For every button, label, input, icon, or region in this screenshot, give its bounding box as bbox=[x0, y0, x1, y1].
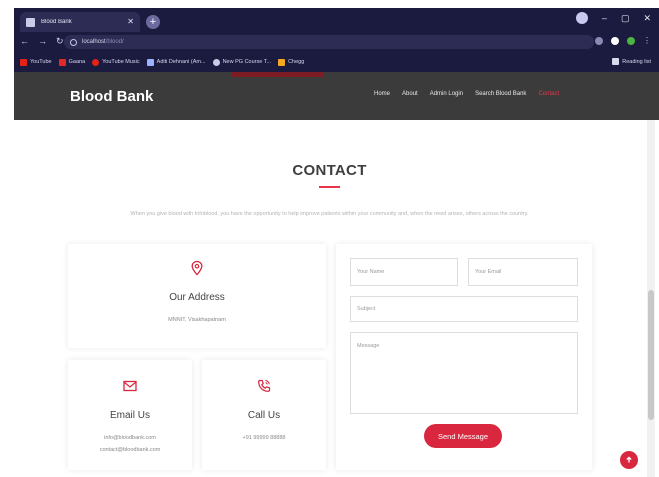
call-title: Call Us bbox=[247, 410, 281, 421]
name-input[interactable] bbox=[350, 258, 458, 286]
menu-icon[interactable]: ⋮ bbox=[643, 36, 651, 45]
email-input[interactable] bbox=[468, 258, 578, 286]
nav-about[interactable]: About bbox=[402, 91, 418, 97]
arrow-up-icon bbox=[626, 456, 632, 463]
google-icon[interactable] bbox=[627, 36, 635, 45]
maximize-icon[interactable]: ▢ bbox=[621, 13, 630, 24]
send-message-button[interactable]: Send Message bbox=[424, 424, 502, 448]
address-text: MNNIT, Visakhapatnam bbox=[168, 317, 226, 323]
bookmark-pg-course[interactable]: New PG Course T... bbox=[212, 58, 272, 66]
bookmark-label: Aditi Dehnani (Am... bbox=[156, 59, 206, 65]
browser-tab[interactable]: Blood Bank ✕ bbox=[20, 12, 140, 32]
bookmark-label: Gaana bbox=[68, 59, 86, 65]
globe-icon bbox=[212, 58, 220, 66]
page-scrollbar[interactable] bbox=[647, 120, 655, 477]
forward-icon[interactable]: → bbox=[38, 36, 47, 47]
extension-icon[interactable] bbox=[611, 36, 619, 45]
section-intro: When you give blood with Infoblood, you … bbox=[130, 211, 529, 217]
url-path: /blood/ bbox=[105, 39, 124, 45]
email-line-1[interactable]: info@bloodbank.com bbox=[68, 432, 192, 444]
bookmark-star-icon[interactable] bbox=[595, 36, 603, 45]
map-pin-icon bbox=[191, 260, 203, 276]
bookmarks-bar: YouTube Gaana YouTube Music Aditi Dehnan… bbox=[14, 52, 659, 72]
phone-icon bbox=[258, 379, 271, 392]
site-header: Blood Bank Home About Admin Login Search… bbox=[14, 72, 659, 120]
call-text[interactable]: +91 99999 88888 bbox=[202, 432, 326, 444]
close-tab-icon[interactable]: ✕ bbox=[127, 18, 134, 26]
call-card: Call Us +91 99999 88888 bbox=[202, 360, 326, 470]
chegg-icon bbox=[278, 58, 286, 66]
section-title: CONTACT bbox=[292, 162, 367, 179]
reading-list-icon bbox=[612, 58, 620, 65]
envelope-icon bbox=[123, 380, 137, 392]
youtube-music-icon bbox=[92, 58, 100, 66]
reload-icon[interactable]: ↻ bbox=[56, 36, 64, 47]
header-accent-strip bbox=[232, 72, 324, 77]
nav-contact[interactable]: Contact bbox=[538, 91, 559, 97]
extensions-area: ⋮ bbox=[595, 36, 651, 45]
bookmark-youtube-music[interactable]: YouTube Music bbox=[92, 58, 140, 66]
email-line-2[interactable]: contact@bloodbank.com bbox=[68, 444, 192, 456]
nav-buttons: ← → ↻ bbox=[20, 36, 64, 47]
bookmark-label: YouTube bbox=[30, 59, 52, 65]
scrollbar-thumb[interactable] bbox=[648, 290, 654, 420]
reading-list-label: Reading list bbox=[622, 58, 651, 65]
reading-list[interactable]: Reading list bbox=[612, 58, 651, 65]
nav-admin-login[interactable]: Admin Login bbox=[430, 91, 463, 97]
window-controls: – ▢ ✕ bbox=[575, 12, 651, 24]
bookmark-label: YouTube Music bbox=[102, 59, 140, 65]
contact-form: Send Message bbox=[336, 244, 592, 470]
url-host: localhost bbox=[82, 39, 106, 45]
page-favicon-icon bbox=[26, 17, 35, 27]
tab-title: Blood Bank bbox=[41, 19, 72, 25]
main-nav: Home About Admin Login Search Blood Bank… bbox=[374, 91, 559, 97]
site-info-icon[interactable] bbox=[70, 38, 77, 46]
nav-search-blood-bank[interactable]: Search Blood Bank bbox=[475, 91, 526, 97]
bookmark-youtube[interactable]: YouTube bbox=[20, 58, 52, 66]
title-underline bbox=[319, 186, 340, 188]
minimize-icon[interactable]: – bbox=[602, 13, 607, 23]
address-bar: ← → ↻ localhost/blood/ ⋮ bbox=[14, 32, 659, 52]
bookmark-chegg[interactable]: Chegg bbox=[278, 58, 305, 66]
browser-chrome: Blood Bank ✕ + – ▢ ✕ ← → ↻ localhost/blo… bbox=[14, 8, 659, 72]
back-icon[interactable]: ← bbox=[20, 36, 29, 47]
address-card: Our Address MNNIT, Visakhapatnam bbox=[68, 244, 326, 348]
gaana-icon bbox=[58, 58, 66, 66]
tab-bar: Blood Bank ✕ + – ▢ ✕ bbox=[14, 8, 659, 32]
new-tab-icon[interactable]: + bbox=[146, 15, 160, 29]
email-card: Email Us info@bloodbank.com contact@bloo… bbox=[68, 360, 192, 470]
close-window-icon[interactable]: ✕ bbox=[643, 13, 651, 24]
youtube-icon bbox=[20, 58, 27, 66]
bookmark-gaana[interactable]: Gaana bbox=[58, 58, 86, 66]
email-title: Email Us bbox=[109, 410, 150, 421]
address-title: Our Address bbox=[169, 292, 225, 303]
profile-icon[interactable] bbox=[575, 12, 588, 24]
bookmark-aditi[interactable]: Aditi Dehnani (Am... bbox=[146, 58, 206, 66]
back-to-top-button[interactable] bbox=[620, 451, 638, 469]
nav-home[interactable]: Home bbox=[374, 91, 390, 97]
url-input[interactable]: localhost/blood/ bbox=[64, 35, 594, 49]
url-text: localhost/blood/ bbox=[82, 39, 124, 45]
x-icon bbox=[146, 58, 154, 66]
bookmark-label: New PG Course T... bbox=[222, 59, 272, 65]
subject-input[interactable] bbox=[350, 296, 578, 322]
message-textarea[interactable] bbox=[350, 332, 578, 414]
bookmark-label: Chegg bbox=[288, 59, 305, 65]
site-logo[interactable]: Blood Bank bbox=[70, 88, 153, 105]
